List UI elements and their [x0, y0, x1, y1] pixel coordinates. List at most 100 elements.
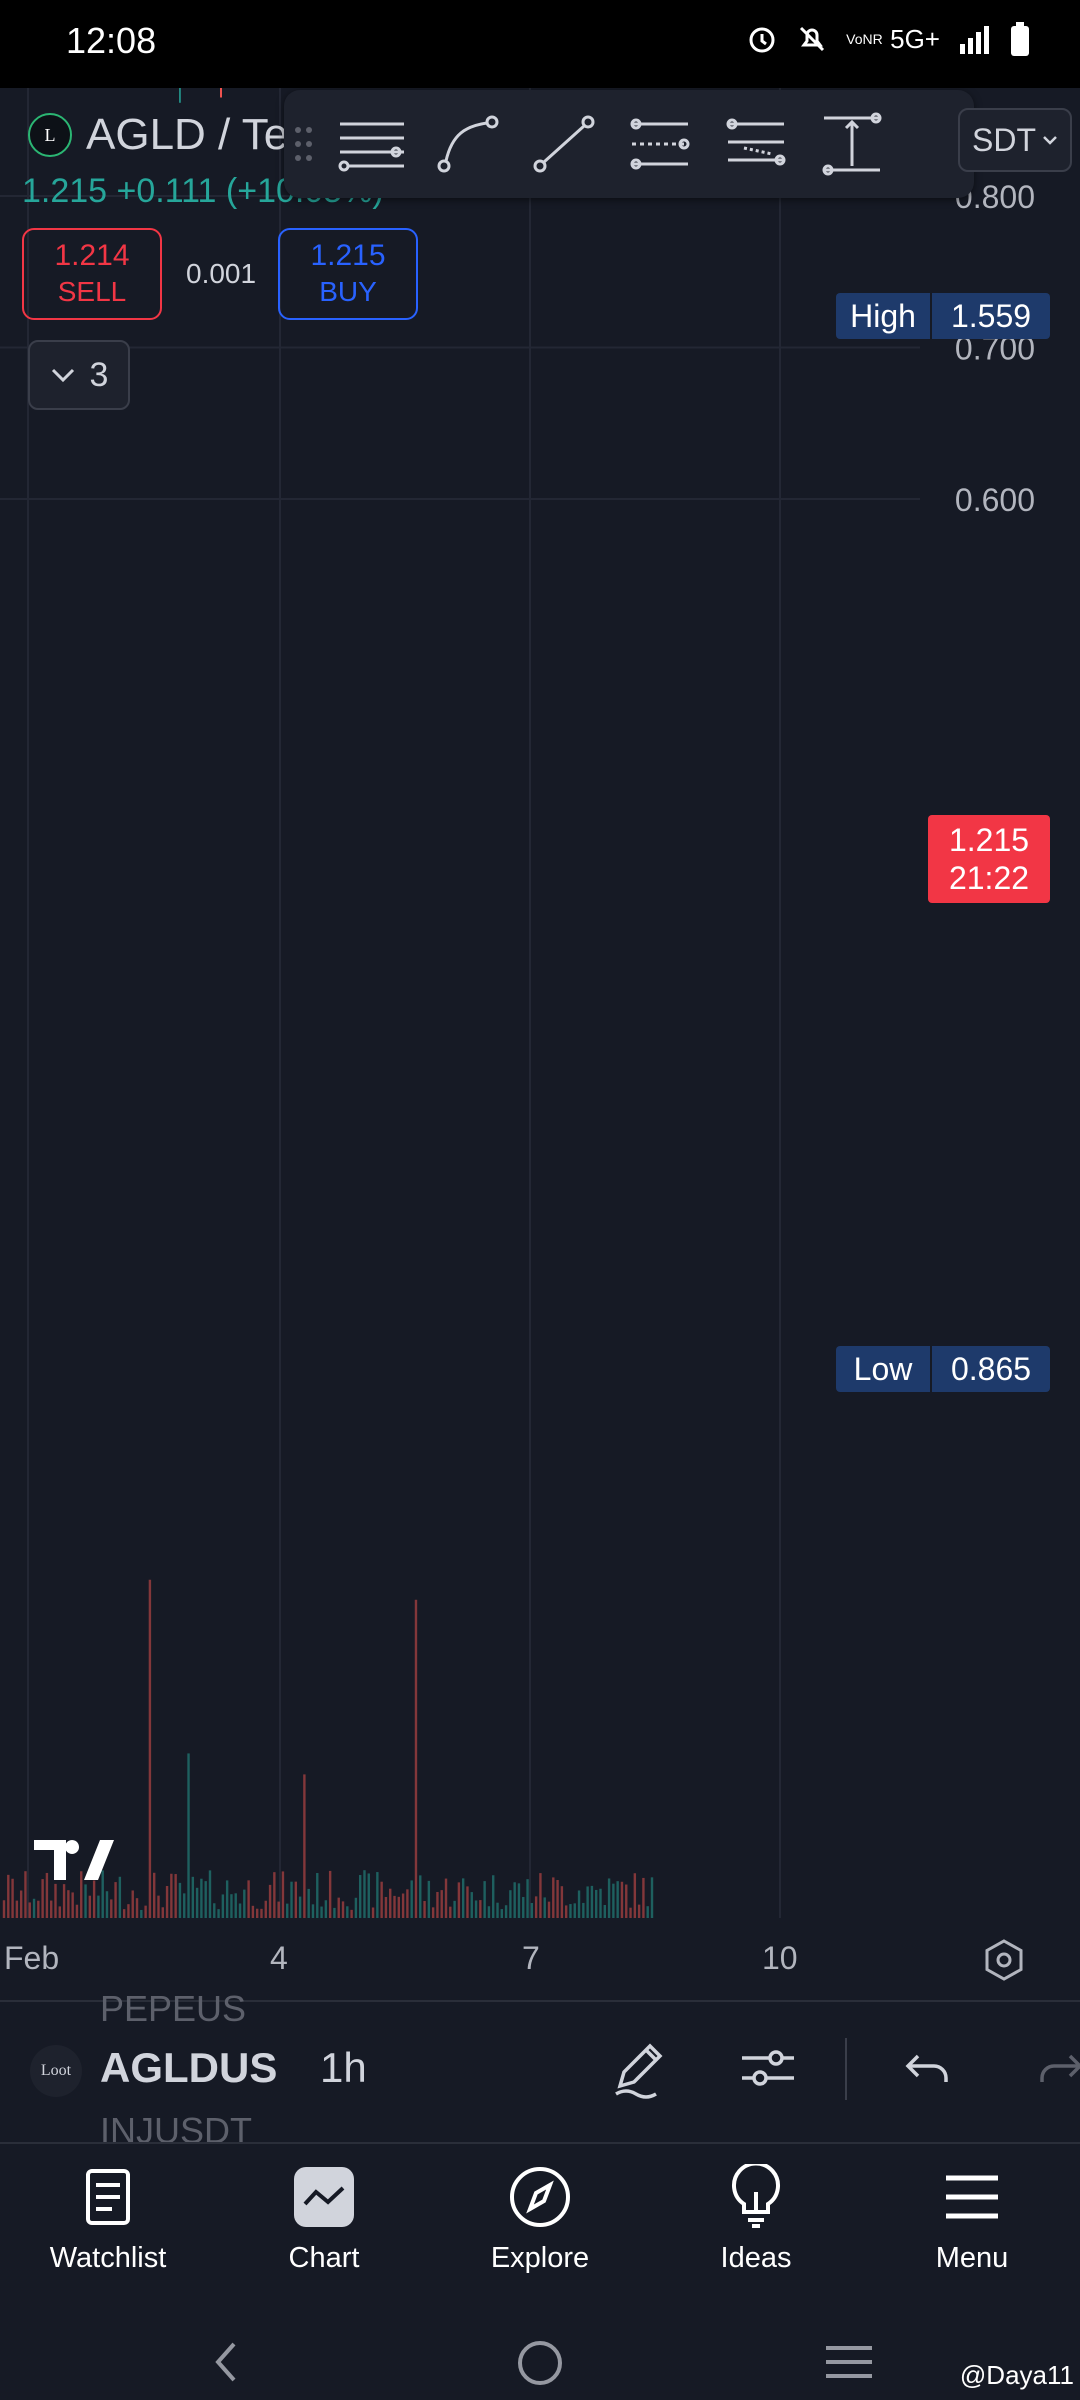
nav-label: Menu: [935, 2242, 1009, 2274]
volume-bar: [307, 1888, 310, 1918]
volume-bar: [148, 1579, 152, 1918]
volume-bar: [646, 1906, 649, 1918]
volume-bar: [582, 1902, 585, 1918]
volume-bar: [466, 1886, 469, 1918]
volume-bar: [590, 1885, 594, 1918]
volume-bar: [45, 1872, 49, 1918]
nav-label: Explore: [490, 2242, 590, 2274]
symbol-picker-prev[interactable]: PEPEUS: [100, 1988, 246, 2030]
volume-bar: [406, 1889, 409, 1918]
symbol-logo: L: [28, 113, 72, 157]
indicator-count: 3: [89, 355, 109, 394]
chart-settings-icon[interactable]: [982, 1938, 1026, 1987]
volume-bar: [397, 1896, 401, 1918]
pencil-icon[interactable]: [606, 2036, 670, 2105]
volume-bar: [577, 1890, 581, 1918]
trend-line-icon[interactable]: [516, 96, 612, 192]
curve-icon[interactable]: [420, 96, 516, 192]
price-range-icon[interactable]: [804, 96, 900, 192]
volume-bar: [62, 1884, 66, 1918]
bar-countdown: 21:22: [948, 860, 1030, 896]
volume-bar: [393, 1895, 396, 1918]
volume-bar: [19, 1890, 23, 1918]
volume-bar: [496, 1902, 499, 1918]
volume-bar: [354, 1897, 358, 1918]
volume-bar: [595, 1889, 598, 1918]
volume-bar: [350, 1909, 353, 1918]
volume-bar: [316, 1873, 319, 1918]
low-label: Low: [836, 1346, 932, 1392]
nav-label: Ideas: [720, 2242, 792, 2274]
alarm-icon: [749, 27, 775, 53]
symbol-name[interactable]: AGLD / Te: [86, 110, 288, 160]
drag-handle-icon[interactable]: [284, 96, 324, 192]
volume-bar: [200, 1878, 203, 1918]
volume-bar: [15, 1900, 19, 1918]
pair-dropdown[interactable]: SDT: [958, 108, 1072, 172]
volume-bar: [474, 1900, 478, 1918]
horizontal-lines-icon[interactable]: [324, 96, 420, 192]
volume-bar: [54, 1883, 57, 1918]
parallel-channel-icon[interactable]: [612, 96, 708, 192]
nav-ideas[interactable]: Ideas: [648, 2144, 864, 2320]
nav-explore[interactable]: Explore: [432, 2144, 648, 2320]
network-label: 5G+: [890, 23, 940, 54]
recents-icon[interactable]: [824, 2342, 874, 2382]
mute-icon: [800, 26, 825, 52]
x-tick-label: Feb: [4, 1940, 60, 1976]
interval-selector[interactable]: 1h: [320, 2044, 367, 2092]
nav-label: Chart: [288, 2242, 360, 2274]
chart-icon: [294, 2167, 354, 2227]
volume-bar: [530, 1902, 534, 1918]
nav-watchlist[interactable]: Watchlist: [0, 2144, 216, 2320]
volume-bar: [277, 1901, 280, 1918]
undo-icon[interactable]: [900, 2040, 954, 2101]
volume-bar: [457, 1882, 461, 1918]
volume-bar: [221, 1894, 225, 1918]
volume-bar: [560, 1886, 564, 1918]
symbol-selector[interactable]: AGLDUS: [100, 2044, 277, 2092]
symbol-logo-small: Loot: [30, 2045, 82, 2097]
volume-bar: [358, 1875, 362, 1918]
volume-bar: [603, 1905, 606, 1918]
back-icon[interactable]: [210, 2340, 240, 2384]
volume-bar: [281, 1871, 285, 1918]
symbol-header[interactable]: L AGLD / Te: [28, 110, 288, 160]
watchlist-icon: [73, 2162, 143, 2232]
volume-bar: [273, 1872, 276, 1918]
volume-bar: [165, 1885, 169, 1918]
watermark: @Daya11: [959, 2360, 1074, 2390]
volume-bar: [401, 1893, 405, 1918]
buy-button[interactable]: 1.215 BUY: [278, 228, 418, 320]
fib-retracement-icon[interactable]: [708, 96, 804, 192]
lightbulb-icon: [721, 2162, 791, 2232]
volume-bar: [32, 1898, 36, 1918]
volume-bar: [213, 1903, 216, 1918]
nav-chart[interactable]: Chart: [216, 2144, 432, 2320]
volume-bar: [225, 1880, 229, 1918]
indicator-settings-icon[interactable]: [736, 2036, 800, 2105]
signal-icon: [960, 26, 989, 54]
indicators-toggle[interactable]: 3: [28, 340, 130, 410]
nav-menu[interactable]: Menu: [864, 2144, 1080, 2320]
x-tick-label: 10: [762, 1940, 798, 1976]
volume-bar: [517, 1883, 521, 1918]
redo-icon[interactable]: [1034, 2040, 1080, 2101]
volume-bar: [298, 1896, 302, 1918]
chart-area[interactable]: 1.6001.5001.4001.3001.2001.1001.0000.900…: [0, 88, 1080, 1998]
volume-bar: [37, 1900, 40, 1918]
volume-bar: [208, 1870, 212, 1918]
volume-bar: [371, 1907, 375, 1918]
volume-bar: [414, 1599, 418, 1918]
time-axis[interactable]: [0, 1920, 1080, 1998]
nav-label: Watchlist: [49, 2242, 167, 2274]
sell-button[interactable]: 1.214 SELL: [22, 228, 162, 320]
price-chart[interactable]: 1.6001.5001.4001.3001.2001.1001.0000.900…: [0, 88, 1080, 1998]
volume-bar: [187, 1753, 190, 1918]
volume-bar: [376, 1872, 379, 1918]
home-icon[interactable]: [515, 2338, 565, 2388]
volume-bar: [509, 1890, 512, 1918]
volume-bar: [513, 1882, 516, 1918]
volume-bar: [487, 1906, 491, 1918]
volume-bar: [522, 1896, 525, 1918]
